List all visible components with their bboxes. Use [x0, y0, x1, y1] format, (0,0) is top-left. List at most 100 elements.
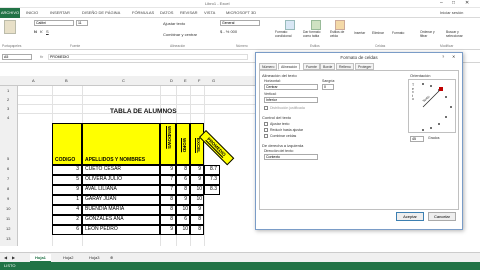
cell-styles-button[interactable]: Estilos de celda — [330, 30, 350, 38]
header-nombres-cell[interactable]: APELLIDOS Y NOMBRES — [82, 123, 160, 165]
col-header-g[interactable]: G — [212, 78, 215, 83]
cell-codigo[interactable]: 2 — [52, 215, 82, 225]
cell-excel[interactable]: 8 — [190, 225, 204, 235]
tab-insertar[interactable]: INSERTAR — [50, 10, 70, 15]
wrap-text-checkbox[interactable] — [264, 122, 268, 126]
insert-cells-button[interactable]: Insertar — [354, 31, 365, 35]
minimize-icon[interactable]: – — [440, 0, 443, 6]
cell-excel[interactable]: 8 — [190, 215, 204, 225]
file-tab[interactable]: ARCHIVO — [0, 8, 20, 18]
row-header[interactable]: 5 — [7, 156, 9, 161]
tab-vista[interactable]: VISTA — [204, 10, 215, 15]
cell-promedio[interactable]: 8.7 — [204, 165, 220, 175]
number-format-select[interactable]: General — [220, 20, 260, 26]
format-cells-button[interactable]: Formato — [392, 31, 404, 35]
font-name-select[interactable]: Calibri — [34, 20, 74, 26]
fx-icon[interactable]: fx — [40, 54, 43, 59]
cell-windows[interactable]: 7 — [160, 185, 176, 195]
vertical-text-sample[interactable]: Texto — [412, 83, 416, 102]
tab-formulas[interactable]: FÓRMULAS — [132, 10, 154, 15]
col-header-d[interactable]: D — [170, 78, 173, 83]
maximize-icon[interactable]: □ — [452, 0, 455, 6]
cell-windows[interactable]: 8 — [160, 205, 176, 215]
row-header[interactable]: 9 — [7, 196, 9, 201]
cell-excel[interactable]: 10 — [190, 195, 204, 205]
cell-nombre[interactable]: GONZALES ANA — [82, 215, 160, 225]
cell-nombre[interactable]: AVAL LILIANA — [82, 185, 160, 195]
cell-word[interactable]: 9 — [176, 195, 190, 205]
accept-button[interactable]: Aceptar — [396, 212, 424, 221]
header-word-cell[interactable]: WORD — [176, 123, 190, 165]
tab-borde[interactable]: Borde — [320, 63, 336, 70]
cell-windows[interactable]: 9 — [160, 165, 176, 175]
row-header[interactable]: 2 — [7, 97, 9, 102]
cell-windows[interactable]: 8 — [160, 195, 176, 205]
paste-icon[interactable] — [4, 20, 16, 34]
row-header[interactable]: 13 — [6, 236, 10, 241]
row-header[interactable]: 12 — [6, 226, 10, 231]
cell-excel[interactable]: 9 — [190, 165, 204, 175]
tab-revisar[interactable]: REVISAR — [180, 10, 198, 15]
cell-excel[interactable]: 9 — [190, 205, 204, 215]
dialog-close-icon[interactable]: ✕ — [452, 54, 455, 59]
cell-windows[interactable]: 8 — [160, 215, 176, 225]
add-sheet-icon[interactable]: ⊕ — [110, 255, 113, 260]
cell-promedio[interactable]: 8.3 — [204, 185, 220, 195]
tab-numero[interactable]: Número — [259, 63, 278, 70]
cell-codigo[interactable]: 1 — [52, 195, 82, 205]
cell-word[interactable]: 8 — [176, 185, 190, 195]
tab-microsoft3d[interactable]: MICROSOFT 3D — [226, 10, 256, 15]
col-header-e[interactable]: E — [184, 78, 187, 83]
indent-stepper[interactable]: 0 — [322, 84, 334, 90]
row-header[interactable]: 4 — [7, 115, 9, 120]
tab-fuente[interactable]: Fuente — [303, 63, 320, 70]
cell-windows[interactable]: 9 — [160, 225, 176, 235]
distributed-checkbox[interactable] — [264, 106, 268, 110]
row-header[interactable]: 3 — [7, 106, 9, 111]
tab-alineacion[interactable]: Alineación — [278, 63, 301, 70]
vertical-select[interactable]: Inferior — [264, 97, 318, 103]
orientation-dial[interactable] — [419, 80, 457, 134]
cell-nombre[interactable]: LEON PEDRO — [82, 225, 160, 235]
row-header[interactable]: 1 — [7, 88, 9, 93]
cell-codigo[interactable]: 9 — [52, 185, 82, 195]
cell-nombre[interactable]: BUENDIA MARIA — [82, 205, 160, 215]
underline-button[interactable]: S — [46, 29, 49, 34]
cell-nombre[interactable]: GARAY JUAN — [82, 195, 160, 205]
tab-relleno[interactable]: Relleno — [336, 63, 354, 70]
cell-promedio[interactable]: 7.3 — [204, 175, 220, 185]
cell-windows[interactable]: 7 — [160, 175, 176, 185]
wrap-text-button[interactable]: Ajustar texto — [163, 21, 185, 26]
cell-word[interactable]: 10 — [176, 205, 190, 215]
formula-input[interactable]: PROMEDIO — [48, 54, 248, 60]
delete-cells-button[interactable]: Eliminar — [372, 31, 384, 35]
sheet-tab-hoja1[interactable]: Hoja1 — [30, 254, 51, 262]
cond-format-button[interactable]: Formato condicional — [275, 30, 303, 38]
cancel-button[interactable]: Cancelar — [428, 212, 456, 221]
cond-format-icon[interactable] — [285, 20, 295, 30]
cell-codigo[interactable]: 5 — [52, 175, 82, 185]
help-icon[interactable]: ? — [442, 54, 444, 59]
tab-diseno[interactable]: DISEÑO DE PÁGINA — [82, 10, 120, 15]
sheet-tab-hoja2[interactable]: Hoja2 — [58, 254, 78, 262]
sort-filter-button[interactable]: Ordenar y filtrar — [420, 30, 440, 38]
degrees-stepper[interactable]: 45 — [410, 136, 424, 142]
cell-nombre[interactable]: OLIVERA JULIO — [82, 175, 160, 185]
merge-center-button[interactable]: Combinar y centrar — [163, 32, 197, 37]
cell-codigo[interactable]: 4 — [52, 205, 82, 215]
tab-proteger[interactable]: Proteger — [355, 63, 375, 70]
next-sheet-icon[interactable]: ▶ — [12, 255, 15, 260]
shrink-checkbox[interactable] — [264, 128, 268, 132]
header-codigo-cell[interactable]: CODIGO — [52, 123, 82, 165]
italic-button[interactable]: K — [40, 29, 43, 34]
cell-excel[interactable]: 10 — [190, 185, 204, 195]
cell-word[interactable]: 6 — [176, 215, 190, 225]
login-link[interactable]: Iniciar sesión — [440, 10, 463, 15]
cell-nombre[interactable]: CUETO CESAR — [82, 165, 160, 175]
header-excel-cell[interactable]: EXCEL — [190, 123, 204, 165]
format-table-button[interactable]: Dar formato como tabla — [303, 30, 329, 38]
find-select-button[interactable]: Buscar y seleccionar — [446, 30, 472, 38]
cell-styles-icon[interactable] — [335, 20, 345, 30]
direction-select[interactable]: Contexto — [264, 154, 318, 160]
row-header[interactable]: 6 — [7, 166, 9, 171]
